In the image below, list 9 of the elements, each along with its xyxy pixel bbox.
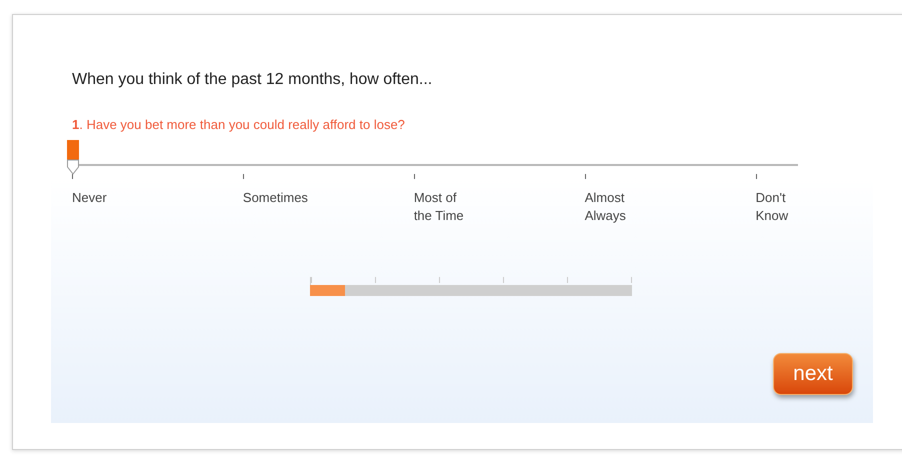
scale-label: Almost Always — [584, 189, 626, 225]
scale-label: Sometimes — [242, 189, 308, 207]
scale-label: Never — [72, 189, 107, 207]
survey-heading: When you think of the past 12 months, how often... — [72, 71, 434, 89]
next-button[interactable]: next — [773, 353, 853, 395]
slider-thumb[interactable] — [67, 140, 79, 176]
scale-label: Most of the Time — [414, 189, 464, 225]
scale-label: Don't Know — [756, 189, 788, 225]
question-text: 1. Have you bet more than you could really afford to lose? — [72, 117, 406, 132]
